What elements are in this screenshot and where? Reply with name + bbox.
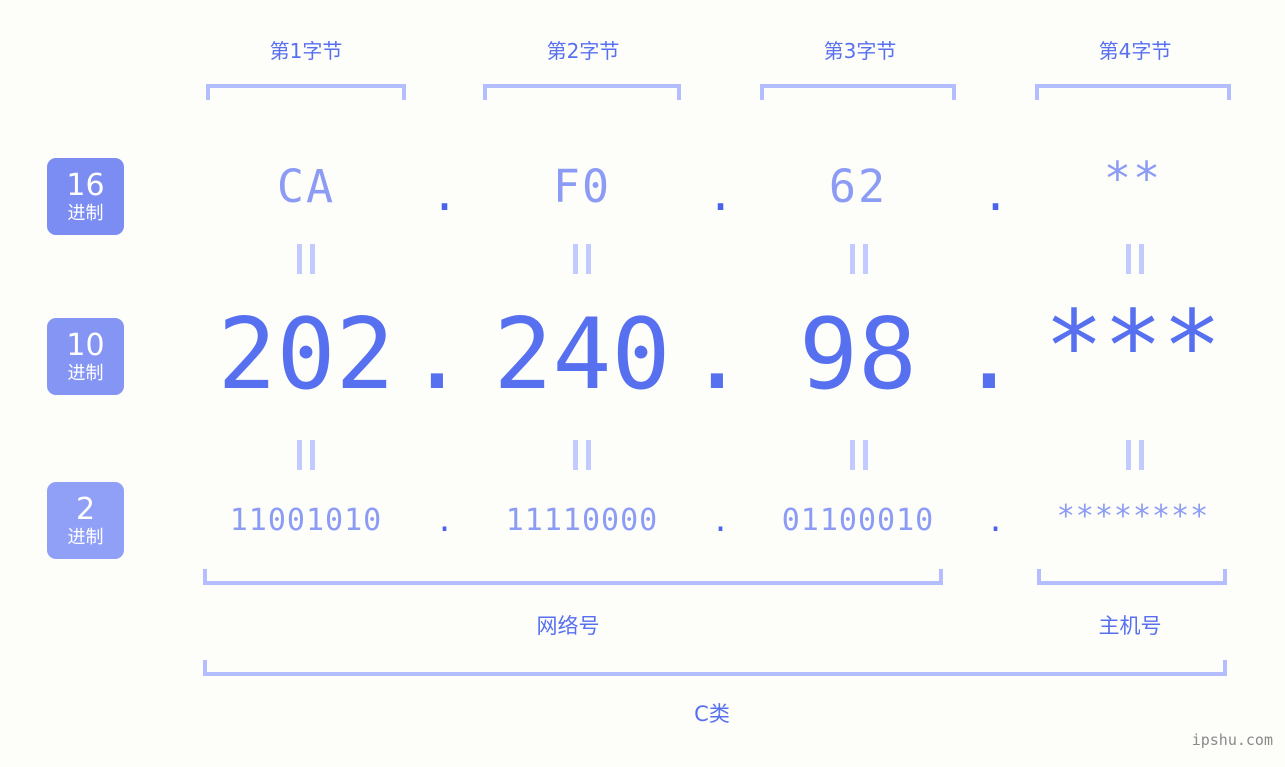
equals-connector-dec-bin-4 [1122, 440, 1148, 470]
ip-address-breakdown-diagram: 第1字节 第2字节 第3字节 第4字节 16 进制 10 进制 2 进制 CA … [0, 0, 1285, 767]
byte-header-2-label: 第2字节 [546, 39, 620, 63]
bin-separator-3: . [986, 504, 1005, 539]
dec-separator-3: . [959, 298, 1019, 412]
byte-header-3-label: 第3字节 [823, 39, 897, 63]
hex-separator-2: . [706, 168, 735, 221]
radix-badge-bin: 2 进制 [47, 482, 124, 559]
radix-badge-bin-number: 2 [75, 491, 96, 527]
dec-separator-1: . [407, 298, 467, 412]
radix-badge-hex-number: 16 [66, 167, 105, 203]
hex-byte-1-value: CA [276, 160, 336, 213]
dec-byte-1-value: 202 [217, 298, 395, 412]
host-portion-bracket-icon [1037, 569, 1227, 585]
host-portion-label: 主机号 [1098, 614, 1162, 638]
byte-header-2: 第2字节 [483, 36, 683, 66]
hex-separator-3: . [981, 168, 1010, 221]
equals-connector-dec-bin-3 [846, 440, 872, 470]
byte-header-4: 第4字节 [1035, 36, 1235, 66]
address-class-label: C类 [694, 702, 730, 726]
equals-connector-hex-dec-2 [569, 244, 595, 274]
byte-1-bracket-icon [206, 84, 406, 100]
network-portion-bracket-icon [203, 569, 943, 585]
radix-badge-hex-suffix: 进制 [67, 202, 104, 224]
byte-header-3: 第3字节 [760, 36, 960, 66]
bin-byte-2-value: 11110000 [505, 503, 659, 538]
hex-separator-1: . [430, 168, 459, 221]
equals-connector-hex-dec-1 [293, 244, 319, 274]
network-portion-label: 网络号 [536, 614, 600, 638]
equals-connector-hex-dec-4 [1122, 244, 1148, 274]
address-class-bracket-icon [203, 660, 1227, 676]
radix-badge-hex: 16 进制 [47, 158, 124, 235]
radix-badge-dec-suffix: 进制 [67, 362, 104, 384]
dec-byte-2-value: 240 [493, 298, 671, 412]
byte-header-1-label: 第1字节 [269, 39, 343, 63]
dec-separator-2: . [687, 298, 747, 412]
dec-byte-3-value: 98 [798, 298, 917, 412]
byte-header-1: 第1字节 [206, 36, 406, 66]
byte-2-bracket-icon [483, 84, 681, 100]
equals-connector-hex-dec-3 [846, 244, 872, 274]
equals-connector-dec-bin-2 [569, 440, 595, 470]
byte-header-4-label: 第4字节 [1098, 39, 1172, 63]
radix-badge-bin-suffix: 进制 [67, 526, 104, 548]
byte-3-bracket-icon [760, 84, 956, 100]
hex-byte-2-value: F0 [552, 160, 612, 213]
bin-byte-3-value: 01100010 [781, 503, 935, 538]
hex-byte-3-value: 62 [828, 160, 888, 213]
radix-badge-dec-number: 10 [66, 327, 105, 363]
bin-byte-4-value: ******** [1056, 499, 1210, 534]
watermark: ipshu.com [1191, 731, 1273, 749]
radix-badge-dec: 10 进制 [47, 318, 124, 395]
dec-byte-4-value: *** [1044, 290, 1222, 404]
hex-byte-4-value: ** [1103, 152, 1163, 205]
byte-4-bracket-icon [1035, 84, 1231, 100]
equals-connector-dec-bin-1 [293, 440, 319, 470]
bin-separator-1: . [435, 504, 454, 539]
bin-separator-2: . [711, 504, 730, 539]
bin-byte-1-value: 11001010 [229, 503, 383, 538]
